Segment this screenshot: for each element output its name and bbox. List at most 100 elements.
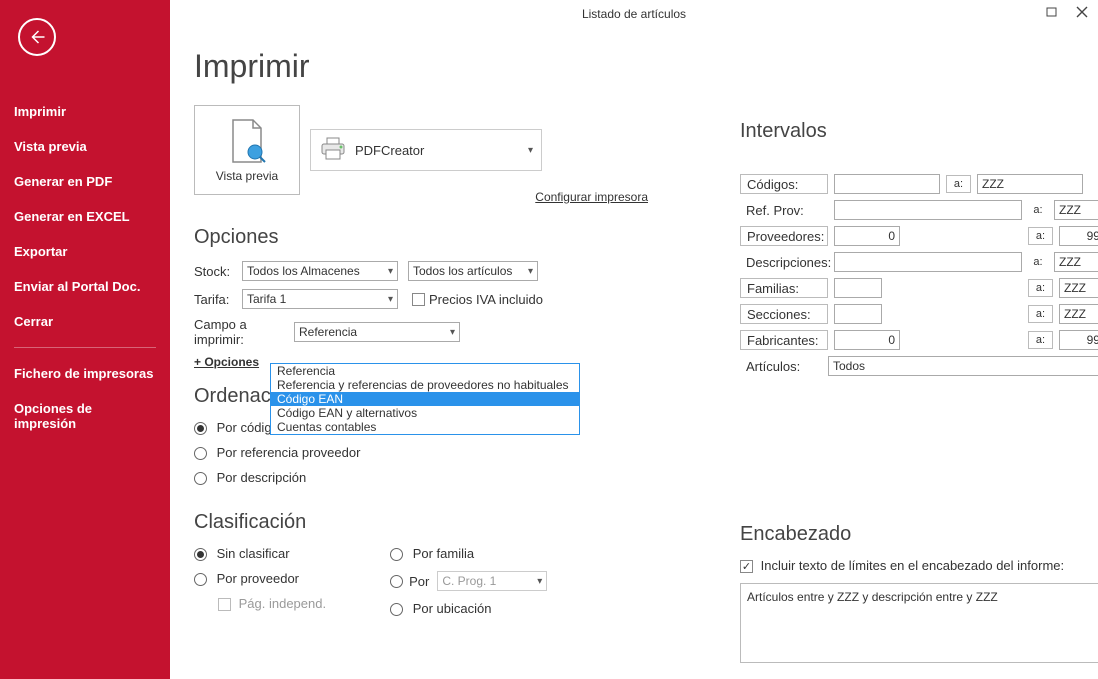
right-column: Intervalos Códigos:a:ZZZRef. Prov:a:ZZZP… (740, 120, 1098, 663)
interval-to-input[interactable]: 99999 (1059, 226, 1098, 246)
section-encabezado-header: Encabezado (740, 523, 1098, 546)
campo-imprimir-dropdown[interactable]: Referencia Referencia y referencias de p… (270, 363, 580, 435)
campo-value: Referencia (299, 325, 357, 339)
clasif-por-proveedor-label: Por proveedor (217, 571, 299, 586)
checkbox-checked-icon: ✓ (740, 560, 753, 573)
interval-to-input[interactable]: ZZZ (1054, 200, 1098, 220)
encabezado-text: Artículos entre y ZZZ y descripción entr… (747, 590, 998, 604)
dropdown-item-referencia[interactable]: Referencia (271, 364, 579, 378)
interval-to-input[interactable]: ZZZ (1054, 252, 1098, 272)
interval-label: Familias: (740, 278, 828, 298)
interval-row-6: Fabricantes:0a:99999 (740, 329, 1098, 351)
chevron-down-icon: ▾ (388, 294, 393, 305)
page-title: Imprimir (194, 48, 1074, 85)
clasif-por-select: C. Prog. 1▾ (437, 571, 547, 591)
preview-button[interactable]: Vista previa (194, 105, 300, 195)
chevron-down-icon: ▾ (537, 576, 542, 587)
precios-iva-label: Precios IVA incluido (429, 292, 543, 307)
stock-filter-select[interactable]: Todos los artículos▾ (408, 261, 538, 281)
close-button[interactable] (1072, 4, 1092, 20)
radio-icon (194, 472, 207, 485)
back-button[interactable] (18, 18, 56, 56)
stock-filter-value: Todos los artículos (413, 264, 512, 278)
window-controls (1042, 4, 1092, 20)
clasif-por-custom[interactable]: Por C. Prog. 1▾ (390, 571, 547, 591)
clasif-por-familia[interactable]: Por familia (390, 546, 547, 561)
stock-label: Stock: (194, 264, 242, 279)
dropdown-item-codigo-ean[interactable]: Código EAN (271, 392, 579, 406)
sidebar-item-vista-previa[interactable]: Vista previa (0, 129, 170, 164)
checkbox-icon (218, 598, 231, 611)
stock-almacen-select[interactable]: Todos los Almacenes ▾ (242, 261, 398, 281)
chevron-down-icon: ▾ (388, 266, 393, 277)
restore-icon (1046, 7, 1058, 18)
encabezado-checkbox-label: Incluir texto de límites en el encabezad… (761, 558, 1065, 573)
config-printer-row: Configurar impresora (300, 189, 648, 204)
sidebar-item-fichero-impresoras[interactable]: Fichero de impresoras (0, 356, 170, 391)
interval-from-input[interactable] (834, 304, 882, 324)
arrow-left-icon (28, 28, 46, 46)
preview-label: Vista previa (216, 169, 278, 183)
dropdown-item-codigo-ean-alt[interactable]: Código EAN y alternativos (271, 406, 579, 420)
tarifa-value: Tarifa 1 (247, 292, 286, 306)
sidebar-item-opciones-impresion[interactable]: Opciones de impresión (0, 391, 170, 441)
ord-opt-descripcion-label: Por descripción (217, 470, 307, 485)
clasif-sin-clasificar[interactable]: Sin clasificar (194, 546, 326, 561)
restore-button[interactable] (1042, 4, 1062, 20)
clasif-por-proveedor[interactable]: Por proveedor (194, 571, 326, 586)
radio-icon (194, 447, 207, 460)
sidebar-item-exportar[interactable]: Exportar (0, 234, 170, 269)
clasif-pag-indep-label: Pág. independ. (239, 596, 326, 611)
interval-row-2: Proveedores:0a:99999 (740, 225, 1098, 247)
interval-a-label: a: (1028, 204, 1048, 216)
mas-opciones-link[interactable]: + Opciones (194, 355, 259, 369)
interval-label: Secciones: (740, 304, 828, 324)
clasif-por-ubicacion[interactable]: Por ubicación (390, 601, 547, 616)
sidebar-item-imprimir[interactable]: Imprimir (0, 94, 170, 129)
printer-select[interactable]: PDFCreator ▾ (310, 129, 542, 171)
dropdown-item-cuentas[interactable]: Cuentas contables (271, 420, 579, 434)
interval-to-input[interactable]: 99999 (1059, 330, 1098, 350)
interval-to-input[interactable]: ZZZ (1059, 304, 1098, 324)
campo-imprimir-select[interactable]: Referencia▾ (294, 322, 460, 342)
interval-from-input[interactable] (834, 174, 940, 194)
stock-almacen-value: Todos los Almacenes (247, 264, 360, 278)
interval-row-3: Descripciones:a:ZZZ (740, 251, 1098, 273)
sidebar-item-generar-pdf[interactable]: Generar en PDF (0, 164, 170, 199)
dropdown-item-ref-proveedores[interactable]: Referencia y referencias de proveedores … (271, 378, 579, 392)
interval-row-5: Secciones:a:ZZZ (740, 303, 1098, 325)
interval-a-label: a: (1028, 256, 1048, 268)
interval-from-input[interactable] (834, 278, 882, 298)
document-preview-icon (226, 117, 268, 165)
sidebar-item-generar-excel[interactable]: Generar en EXCEL (0, 199, 170, 234)
encabezado-checkbox-row[interactable]: ✓ Incluir texto de límites en el encabez… (740, 558, 1098, 573)
interval-from-input[interactable] (834, 252, 1022, 272)
clasif-pag-indep: Pág. independ. (194, 596, 326, 611)
tarifa-select[interactable]: Tarifa 1 ▾ (242, 289, 398, 309)
interval-from-input[interactable] (834, 200, 1022, 220)
clasif-por-ubicacion-label: Por ubicación (413, 601, 492, 616)
interval-label: Ref. Prov: (740, 203, 828, 218)
interval-from-input[interactable]: 0 (834, 226, 900, 246)
precios-iva-checkbox[interactable]: Precios IVA incluido (412, 292, 543, 307)
sidebar-item-enviar-portal[interactable]: Enviar al Portal Doc. (0, 269, 170, 304)
interval-to-input[interactable]: ZZZ (1059, 278, 1098, 298)
printer-name: PDFCreator (355, 143, 424, 158)
encabezado-textarea[interactable]: Artículos entre y ZZZ y descripción entr… (740, 583, 1098, 663)
sidebar-item-cerrar[interactable]: Cerrar (0, 304, 170, 339)
interval-label: Fabricantes: (740, 330, 828, 350)
campo-label: Campo a imprimir: (194, 317, 294, 347)
articulos-select[interactable]: Todos▾ (828, 356, 1098, 376)
ord-opt-ref-prov-label: Por referencia proveedor (217, 445, 361, 460)
section-intervalos-header: Intervalos (740, 120, 1098, 143)
printer-icon (319, 136, 347, 165)
interval-from-input[interactable]: 0 (834, 330, 900, 350)
radio-icon (390, 603, 403, 616)
articulos-label: Artículos: (740, 359, 828, 374)
radio-icon (194, 422, 207, 435)
interval-a-label: a: (1028, 227, 1053, 245)
config-printer-link[interactable]: Configurar impresora (535, 190, 648, 204)
interval-a-label: a: (946, 175, 971, 193)
radio-icon (390, 548, 403, 561)
interval-to-input[interactable]: ZZZ (977, 174, 1083, 194)
